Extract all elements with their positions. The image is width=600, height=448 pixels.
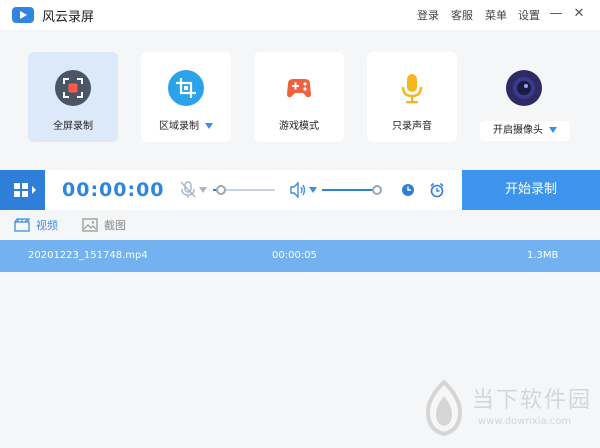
open-camera-label: 开启摄像头 (493, 125, 543, 136)
watermark-text: 当下软件园 (472, 388, 593, 413)
app-logo-icon (12, 7, 34, 23)
speaker-dropdown-icon[interactable] (309, 187, 317, 193)
mode-fullscreen-label: 全屏录制 (53, 121, 93, 132)
mode-panel: 全屏录制 区域录制 游戏模式 只录声音 开启摄像头 (0, 30, 600, 168)
crop-icon (168, 70, 204, 106)
gamepad-icon (281, 70, 317, 106)
control-bar: 00:00:00 开始录制 (0, 170, 600, 210)
mode-region[interactable]: 区域录制 (141, 52, 231, 142)
tab-video[interactable]: 视频 (14, 217, 58, 233)
mic-dropdown-icon[interactable] (199, 187, 207, 193)
close-button[interactable]: ✕ (570, 4, 588, 24)
mode-game-label: 游戏模式 (279, 121, 319, 132)
speaker-volume-slider[interactable] (322, 185, 382, 195)
media-tabs: 视频 截图 (0, 210, 600, 240)
mode-game[interactable]: 游戏模式 (254, 52, 344, 142)
tab-video-label: 视频 (36, 219, 58, 232)
recording-size: 1.3MB (527, 250, 559, 261)
grid-play-icon (14, 183, 36, 197)
mode-region-text: 区域录制 (159, 121, 199, 132)
watermark: 当下软件园 www.downxia.com (420, 379, 595, 440)
settings-link[interactable]: 设置 (518, 7, 540, 23)
image-icon (82, 218, 98, 232)
app-title: 风云录屏 (42, 10, 95, 25)
mode-audio-only[interactable]: 只录声音 (367, 52, 457, 142)
open-camera-button[interactable]: 开启摄像头 (480, 121, 570, 141)
microphone-icon (394, 70, 430, 106)
recording-duration: 00:00:05 (272, 250, 317, 261)
timer-clock-icon[interactable] (401, 183, 415, 197)
title-bar: 风云录屏 登录 客服 菜单 设置 — ✕ (0, 0, 600, 30)
mode-region-label: 区域录制 (141, 117, 231, 132)
microphone-volume-slider[interactable] (213, 185, 275, 195)
speaker-volume-fill (322, 189, 377, 191)
video-clapper-icon (14, 218, 30, 232)
login-link[interactable]: 登录 (417, 7, 439, 23)
watermark-url: www.downxia.com (478, 416, 572, 427)
tab-screenshot-label: 截图 (104, 219, 126, 232)
speaker-icon[interactable] (289, 181, 307, 199)
microphone-volume-thumb[interactable] (216, 185, 226, 195)
mode-fullscreen[interactable]: 全屏录制 (28, 52, 118, 142)
record-timer: 00:00:00 (62, 179, 165, 201)
camera-dropdown-icon[interactable] (549, 127, 557, 133)
start-recording-button[interactable]: 开始录制 (462, 170, 600, 210)
mode-audio-only-label: 只录声音 (392, 121, 432, 132)
fullscreen-record-icon (55, 70, 91, 106)
table-row[interactable]: 20201223_151748.mp4 00:00:05 1.3MB (0, 240, 600, 272)
alarm-clock-icon[interactable] (429, 182, 445, 198)
tab-screenshot[interactable]: 截图 (82, 217, 126, 233)
camera-icon[interactable] (506, 70, 542, 106)
layout-toggle-button[interactable] (0, 170, 45, 210)
microphone-muted-icon[interactable] (180, 181, 196, 199)
customer-service-link[interactable]: 客服 (451, 7, 473, 23)
recording-filename: 20201223_151748.mp4 (28, 250, 148, 261)
watermark-logo-icon (425, 379, 463, 437)
speaker-volume-thumb[interactable] (372, 185, 382, 195)
region-dropdown-icon[interactable] (205, 123, 213, 129)
minimize-button[interactable]: — (547, 4, 565, 24)
menu-link[interactable]: 菜单 (485, 7, 507, 23)
